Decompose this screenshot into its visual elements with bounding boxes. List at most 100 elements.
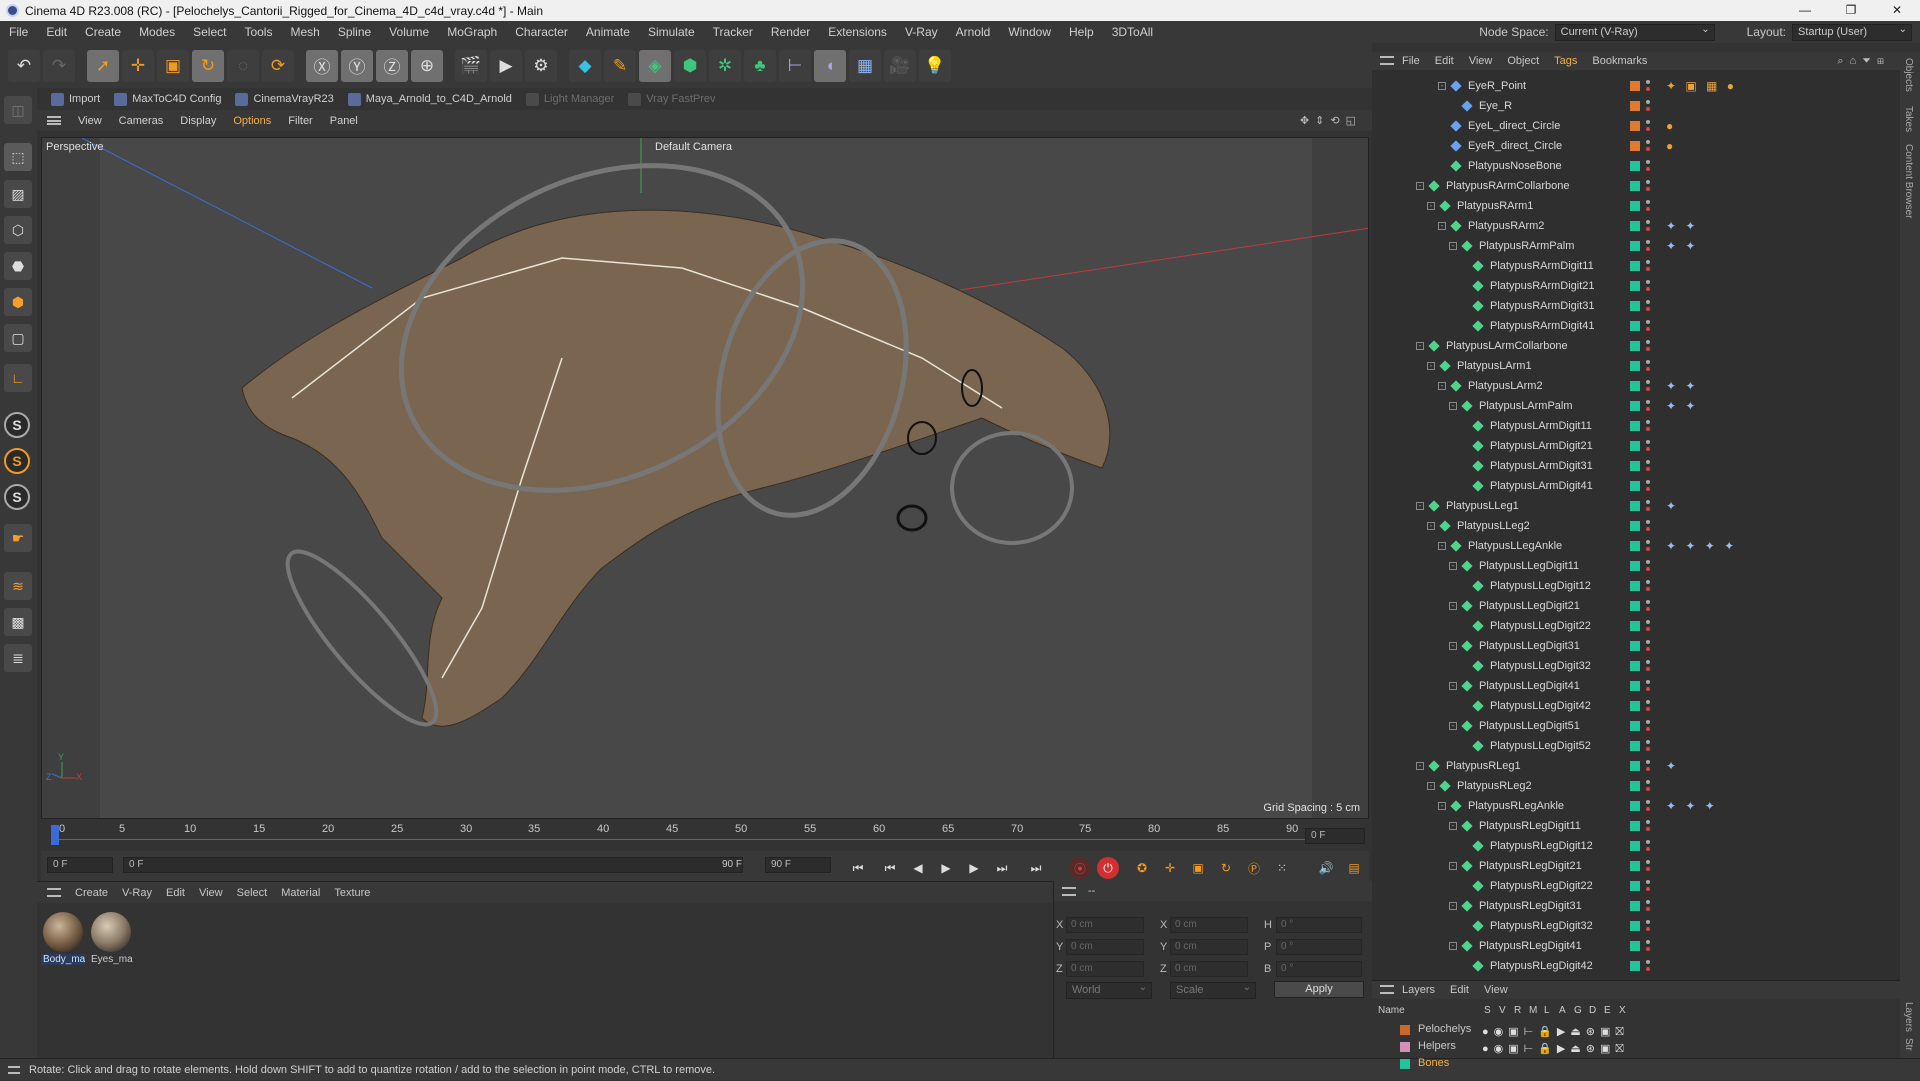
object-name[interactable]: PlatypusLLegDigit42 [1490,696,1591,716]
pos-z-field[interactable]: 0 cm [1066,961,1144,977]
coordinate-system-icon[interactable]: ⊕ [411,49,443,82]
object-menu-bookmarks[interactable]: Bookmarks [1592,55,1647,67]
visibility-dots-icon[interactable] [1646,380,1650,392]
visibility-dots-icon[interactable] [1646,260,1650,272]
controller-ring-head[interactable] [950,431,1074,545]
visibility-dots-icon[interactable] [1646,620,1650,632]
object-row[interactable]: PlatypusLLegDigit12 [1372,576,1882,596]
object-name[interactable]: PlatypusRLegDigit12 [1490,836,1593,856]
menu-simulate[interactable]: Simulate [639,25,704,39]
axis-x-lock-icon[interactable]: Ⓧ [306,49,338,82]
object-name[interactable]: PlatypusRArmCollarbone [1446,176,1570,196]
tag-icons[interactable]: ✦ [1666,759,1679,773]
object-name[interactable]: PlatypusLLeg2 [1457,516,1530,536]
frame-range-slider[interactable]: 0 F [123,857,743,873]
solo-icon[interactable]: ☛ [4,524,32,552]
viewport-menu-options[interactable]: Options [233,115,271,127]
object-name[interactable]: PlatypusLLegDigit52 [1490,736,1591,756]
redo-icon[interactable]: ↷ [43,49,75,82]
visibility-dots-icon[interactable] [1646,460,1650,472]
bend-deformer-icon[interactable]: ◖ [814,49,846,82]
play-icon[interactable]: ▶ [935,857,957,879]
expand-toggle-icon[interactable]: - [1427,202,1435,210]
plugin-light-manager[interactable]: Light Manager [525,92,614,106]
menu-window[interactable]: Window [999,25,1060,39]
auto-key-icon[interactable]: ⏻ [1097,857,1119,879]
model-mode-icon[interactable]: ⬚ [4,143,32,171]
rot-p-field[interactable]: 0 ° [1276,939,1362,955]
object-row[interactable]: PlatypusLLegDigit22 [1372,616,1882,636]
polygons-mode-icon[interactable]: ⬢ [4,288,32,316]
record-keys-icon[interactable]: ⦿ [1069,857,1091,879]
object-name[interactable]: PlatypusLLegDigit11 [1479,556,1579,576]
object-name[interactable]: EyeL_direct_Circle [1468,116,1560,136]
layer-color-swatch[interactable] [1630,821,1640,831]
plugin-maya-arnold[interactable]: Maya_Arnold_to_C4D_Arnold [347,92,512,106]
layer-color-swatch[interactable] [1630,601,1640,611]
extrude-icon[interactable]: ⬢ [674,49,706,82]
live-select-icon[interactable]: ⟳ [262,49,294,82]
close-button[interactable]: ✕ [1874,0,1920,21]
visibility-dots-icon[interactable] [1646,880,1650,892]
uv-mode-icon[interactable]: ▢ [4,324,32,352]
axis-y-lock-icon[interactable]: Ⓨ [341,49,373,82]
object-name[interactable]: PlatypusRArm2 [1468,216,1544,236]
maximize-button[interactable]: ❐ [1828,0,1874,21]
expand-toggle-icon[interactable]: - [1449,862,1457,870]
viewport-menu-filter[interactable]: Filter [288,115,312,127]
layer-row[interactable]: Pelochelys ●◉▣⊢🔒▶⏏⊛▣⛝ [1372,1021,1900,1038]
object-name[interactable]: PlatypusRLegDigit21 [1479,856,1582,876]
layer-color-swatch[interactable] [1400,1059,1410,1069]
object-row[interactable]: - PlatypusLLeg2 [1372,516,1882,536]
object-row[interactable]: - PlatypusLArmCollarbone [1372,336,1882,356]
render-view-icon[interactable]: ▶ [490,49,522,82]
timeline-layout-icon[interactable]: ▤ [1343,857,1365,879]
expand-toggle-icon[interactable]: - [1427,782,1435,790]
hamburger-icon[interactable] [47,116,61,125]
subdivision-icon[interactable]: ◈ [639,49,671,82]
visibility-dots-icon[interactable] [1646,320,1650,332]
menu-spline[interactable]: Spline [329,25,380,39]
texture-mode-icon[interactable]: ▨ [4,180,32,208]
object-row[interactable]: - PlatypusLLegDigit41 [1372,676,1882,696]
viewport-camera-label[interactable]: Default Camera [655,141,732,153]
menu-animate[interactable]: Animate [577,25,639,39]
menu-mesh[interactable]: Mesh [281,25,328,39]
visibility-dots-icon[interactable] [1646,280,1650,292]
menu-modes[interactable]: Modes [130,25,184,39]
object-name[interactable]: PlatypusNoseBone [1468,156,1562,176]
coordinates-hamburger-icon[interactable] [1062,886,1076,896]
grid-floor-icon[interactable]: ≋ [4,572,32,600]
object-row[interactable]: PlatypusLArmDigit31 [1372,456,1882,476]
visibility-dots-icon[interactable] [1646,840,1650,852]
visibility-dots-icon[interactable] [1646,360,1650,372]
edges-mode-icon[interactable]: ⬣ [4,252,32,280]
viewport-menu-cameras[interactable]: Cameras [119,115,164,127]
material-menu-select[interactable]: Select [237,887,268,899]
visibility-dots-icon[interactable] [1646,480,1650,492]
layer-color-swatch[interactable] [1630,301,1640,311]
tag-icons[interactable]: ✦ ✦ ✦ [1666,799,1718,813]
layer-color-swatch[interactable] [1630,761,1640,771]
layer-menu-edit[interactable]: Edit [1450,984,1469,996]
object-name[interactable]: PlatypusRLeg2 [1457,776,1532,796]
object-row[interactable]: EyeL_direct_Circle ● [1372,116,1882,136]
layer-color-swatch[interactable] [1630,661,1640,671]
timeline-ruler[interactable]: 0 5 10 15 20 25 30 35 40 45 50 55 60 65 … [41,821,1369,851]
visibility-dots-icon[interactable] [1646,200,1650,212]
object-name[interactable]: PlatypusLArmDigit11 [1490,416,1592,436]
plugin-cinemavray[interactable]: CinemaVrayR23 [235,92,334,106]
render-settings-icon[interactable]: ⚙ [525,49,557,82]
start-frame-field[interactable]: 0 F [47,857,113,873]
layer-color-swatch[interactable] [1630,721,1640,731]
layer-hamburger-icon[interactable] [1380,985,1394,994]
visibility-dots-icon[interactable] [1646,560,1650,572]
tag-icons[interactable]: ✦ ✦ [1666,239,1698,253]
end-frame-field[interactable]: 90 F [765,857,831,873]
object-name[interactable]: PlatypusLArm2 [1468,376,1543,396]
layer-color-swatch[interactable] [1630,941,1640,951]
object-row[interactable]: PlatypusRArmDigit41 [1372,316,1882,336]
visibility-dots-icon[interactable] [1646,780,1650,792]
object-row[interactable]: - PlatypusLArm2 ✦ ✦ [1372,376,1882,396]
floor-icon[interactable]: ▦ [849,49,881,82]
